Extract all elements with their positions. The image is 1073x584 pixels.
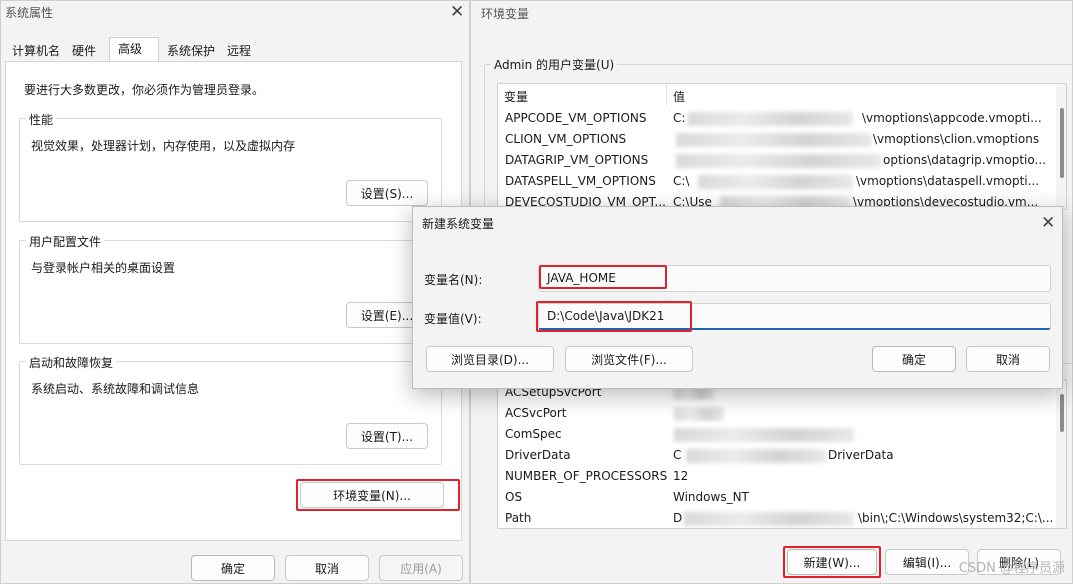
user-profiles-group: 用户配置文件 与登录帐户相关的桌面设置 设置(E)... <box>19 233 442 344</box>
redacted-text <box>674 428 854 442</box>
highlight-box <box>539 265 667 289</box>
list-item[interactable]: ComSpec <box>498 424 1066 445</box>
watermark: CSDN @程序员源 <box>958 561 1065 576</box>
scrollbar[interactable] <box>1056 84 1066 209</box>
user-profiles-desc: 与登录帐户相关的桌面设置 <box>31 261 176 275</box>
window-title: 系统属性 <box>5 6 54 20</box>
ok-button[interactable]: 确定 <box>872 346 956 372</box>
startup-recovery-group: 启动和故障恢复 系统启动、系统故障和调试信息 设置(T)... <box>19 354 442 465</box>
advanced-panel: 要进行大多数更改，你必须作为管理员登录。 性能 视觉效果，处理器计划，内存使用，… <box>5 61 462 541</box>
tab-advanced[interactable]: 高级 <box>109 37 159 63</box>
startup-recovery-label: 启动和故障恢复 <box>26 354 117 371</box>
tab-system-protection[interactable]: 系统保护 <box>162 39 220 61</box>
startup-recovery-settings-button[interactable]: 设置(T)... <box>346 423 428 449</box>
user-variables-label: Admin 的用户变量(U) <box>491 56 618 73</box>
user-profiles-label: 用户配置文件 <box>26 233 105 250</box>
list-item[interactable]: DATAGRIP_VM_OPTIONS options\datagrip.vmo… <box>498 150 1066 171</box>
list-item[interactable]: DATASPELL_VM_OPTIONS C:\ \vmoptions\data… <box>498 171 1066 192</box>
scrollbar-thumb[interactable] <box>1060 108 1064 178</box>
redacted-text <box>688 112 853 126</box>
cancel-button[interactable]: 取消 <box>285 555 369 581</box>
ok-button[interactable]: 确定 <box>191 555 275 581</box>
redacted-text <box>674 407 724 421</box>
startup-recovery-desc: 系统启动、系统故障和调试信息 <box>31 382 200 396</box>
tab-remote[interactable]: 远程 <box>222 39 256 61</box>
redacted-text <box>698 175 853 189</box>
highlight-box <box>296 479 460 511</box>
performance-settings-button[interactable]: 设置(S)... <box>346 180 428 206</box>
browse-directory-button[interactable]: 浏览目录(D)... <box>426 346 554 372</box>
highlight-box <box>783 546 881 578</box>
redacted-text <box>684 512 854 526</box>
scrollbar[interactable] <box>1056 380 1066 528</box>
dialog-title: 新建系统变量 <box>422 217 495 231</box>
tab-hardware[interactable]: 硬件 <box>67 39 101 61</box>
list-item[interactable]: NUMBER_OF_PROCESSORS 12 <box>498 466 1066 487</box>
list-item[interactable]: OS Windows_NT <box>498 487 1066 508</box>
highlight-box <box>536 301 692 332</box>
admin-notice: 要进行大多数更改，你必须作为管理员登录。 <box>24 83 265 97</box>
variable-value-label: 变量值(V): <box>424 312 482 326</box>
column-header-value[interactable]: 值 <box>667 84 1047 106</box>
list-item[interactable]: APPCODE_VM_OPTIONS C: \vmoptions\appcode… <box>498 108 1066 129</box>
variable-name-label: 变量名(N): <box>424 273 483 287</box>
performance-desc: 视觉效果，处理器计划，内存使用，以及虚拟内存 <box>31 139 296 153</box>
performance-label: 性能 <box>26 111 57 128</box>
close-icon[interactable]: ✕ <box>450 4 464 21</box>
redacted-text <box>686 449 826 463</box>
redacted-text <box>676 154 881 168</box>
list-item[interactable]: CLION_VM_OPTIONS \vmoptions\clion.vmopti… <box>498 129 1066 150</box>
system-properties-window: 系统属性 ✕ 计算机名 硬件 高级 系统保护 远程 要进行大多数更改，你必须作为… <box>0 0 470 584</box>
redacted-text <box>676 133 872 147</box>
apply-button: 应用(A) <box>379 555 463 581</box>
close-icon[interactable]: ✕ <box>1041 215 1055 232</box>
tab-computer-name[interactable]: 计算机名 <box>7 39 65 61</box>
performance-group: 性能 视觉效果，处理器计划，内存使用，以及虚拟内存 设置(S)... <box>19 111 442 222</box>
list-item[interactable]: ACSvcPort <box>498 403 1066 424</box>
scrollbar-thumb[interactable] <box>1060 394 1064 432</box>
new-system-variable-dialog: 新建系统变量 ✕ 变量名(N): JAVA_HOME 变量值(V): D:\Co… <box>412 206 1063 389</box>
window-title: 环境变量 <box>481 7 530 21</box>
column-header-variable[interactable]: 变量 <box>498 84 667 106</box>
cancel-button[interactable]: 取消 <box>966 346 1050 372</box>
list-item[interactable]: DriverData C DriverData <box>498 445 1066 466</box>
edit-variable-button[interactable]: 编辑(I)... <box>885 549 969 575</box>
system-variables-list[interactable]: ACSetupSvcPort ACSvcPort ComSpec DriverD… <box>497 379 1067 529</box>
browse-file-button[interactable]: 浏览文件(F)... <box>565 346 693 372</box>
list-item[interactable]: Path D \bin\;C:\Windows\system32;C:\... <box>498 508 1066 528</box>
user-variables-list[interactable]: 变量 值 APPCODE_VM_OPTIONS C: \vmoptions\ap… <box>497 83 1067 210</box>
